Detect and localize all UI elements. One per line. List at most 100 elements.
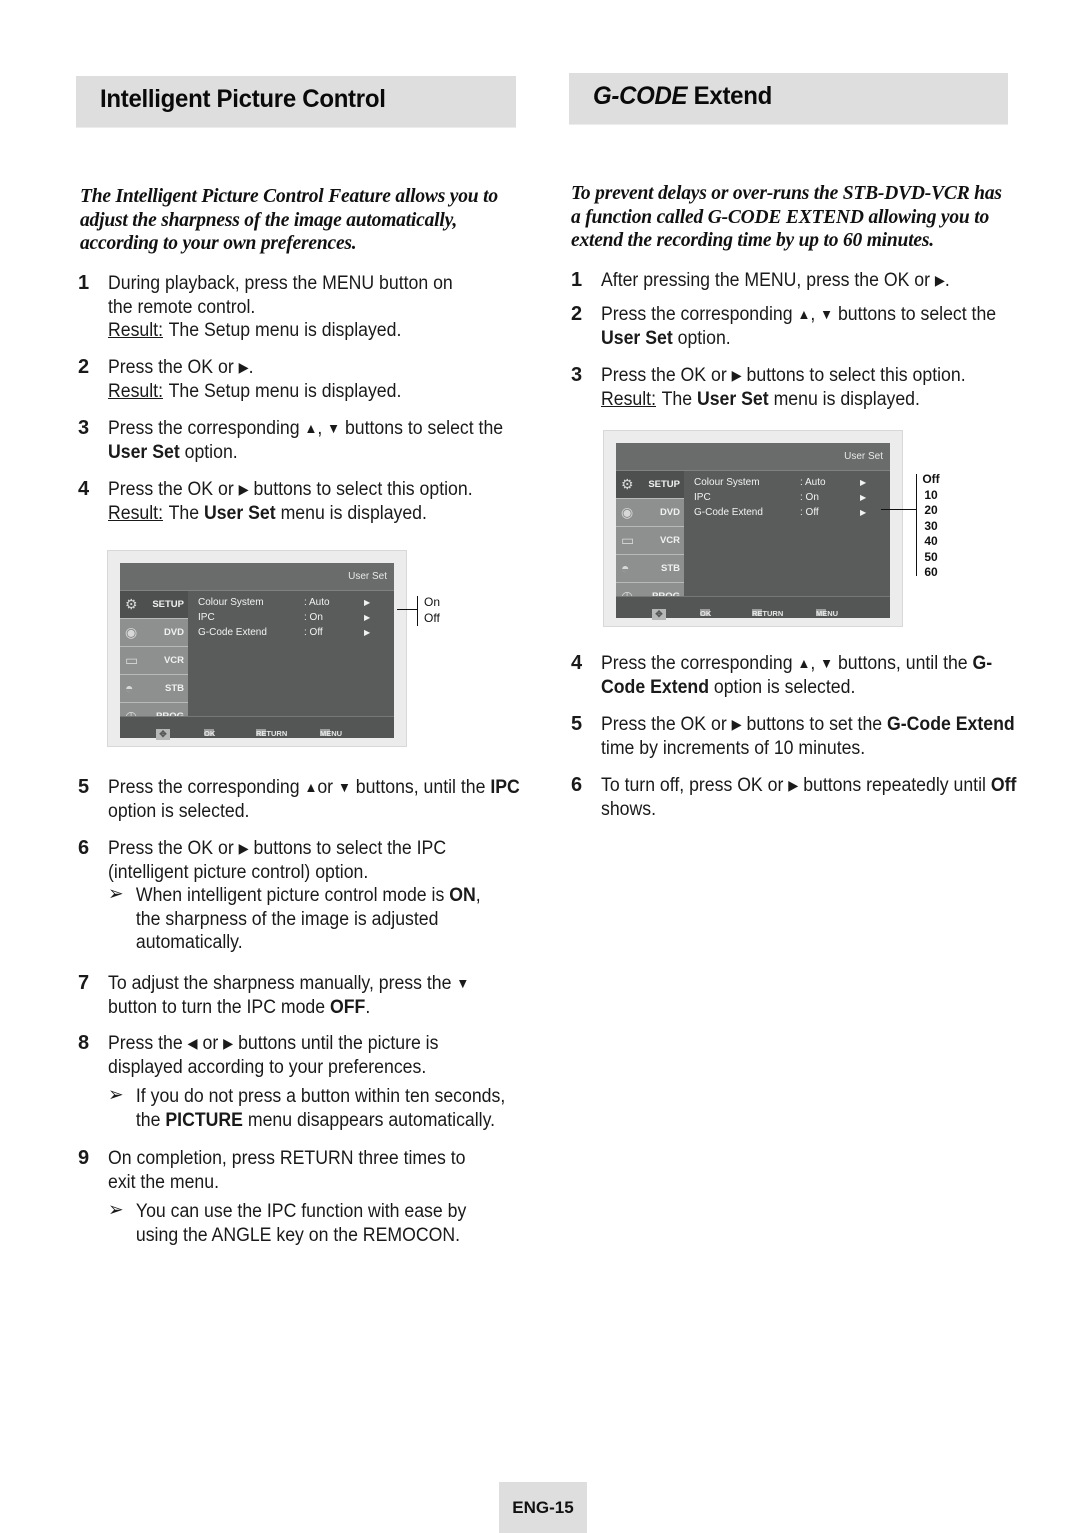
osd-row-value: : Auto (800, 477, 826, 488)
step-text: On completion, press RETURN three times … (108, 1148, 466, 1193)
osd-row-key: IPC (694, 492, 711, 503)
note-arrow-icon: ➢ (108, 1084, 124, 1106)
osd-sidebar-item-stb[interactable]: ◓ STB (616, 555, 684, 583)
step-text: . (248, 357, 254, 378)
step-5: 5 Press the corresponding ▲or ▼ buttons,… (78, 776, 520, 823)
ipc-label: IPC (490, 777, 520, 798)
step-text: buttons, until the (355, 777, 486, 798)
step-6: 6 Press the OK or ▶ buttons to select th… (78, 837, 518, 955)
osd-sidebar: ⚙SETUP ◉DVD ▭VCR ◓STB ◷PROG (120, 591, 188, 724)
osd-row-colour-system[interactable]: Colour System: Auto ▶ (694, 477, 880, 492)
osd-row-gcode-extend[interactable]: G-Code Extend : Off ▶ (694, 507, 880, 522)
callout-line (397, 609, 417, 610)
step-number: 8 (78, 1032, 90, 1054)
step-number: 3 (78, 417, 90, 439)
left-arrow-icon: ◀ (187, 1035, 198, 1051)
osd-breadcrumb: User Set (844, 451, 883, 462)
result-text: The Setup menu is displayed. (168, 320, 402, 341)
step-text: . (944, 270, 950, 291)
osd-sidebar-label: SETUP (152, 599, 184, 610)
step-text: Press the OK or (108, 357, 234, 378)
osd-menu-screenshot: User Set ⚙SETUP ◉DVD ▭VCR ◓STB ◷PROG Col… (603, 430, 903, 627)
result-label: Result: (108, 502, 164, 524)
osd-screen: User Set ⚙SETUP ◉DVD ▭VCR ◓STB ◷PROG Col… (120, 563, 394, 740)
result-text: menu is displayed. (280, 502, 427, 524)
on-label: ON (449, 885, 476, 906)
osd-row-ipc[interactable]: IPC: On ▶ (694, 492, 880, 507)
step-9: 9 On completion, press RETURN three time… (78, 1147, 518, 1247)
right-arrow-icon: ▶ (223, 1035, 234, 1051)
ipc-options-callout: On Off (424, 595, 440, 626)
comma: , (810, 653, 816, 674)
osd-footer: ✥ OK RETURN MENU (616, 596, 890, 620)
osd-row-value: : Off (304, 627, 323, 638)
down-arrow-icon: ▼ (456, 975, 470, 991)
step-4: 4 Press the OK or ▶ buttons to select th… (78, 478, 518, 525)
gear-icon: ⚙ (125, 596, 138, 612)
osd-breadcrumb: User Set (348, 571, 387, 582)
osd-row-key: Colour System (198, 597, 264, 608)
step-text: or (202, 1033, 219, 1054)
osd-sidebar-label: STB (165, 683, 184, 694)
note-arrow-icon: ➢ (108, 1199, 124, 1221)
up-arrow-icon: ▲ (304, 779, 318, 795)
osd-sidebar-item-stb[interactable]: ◓ STB (120, 675, 188, 703)
note-arrow-icon: ➢ (108, 883, 124, 905)
page-number: ENG-15 (499, 1482, 587, 1533)
step-text: Press the OK or (108, 479, 234, 500)
tape-icon: ▭ (621, 532, 635, 548)
hint-label: RETURN (752, 609, 784, 618)
step-text: time by increments of 10 minutes. (601, 737, 866, 759)
right-arrow-icon: ▶ (364, 613, 371, 622)
osd-sidebar-item-vcr[interactable]: ▭ VCR (120, 647, 188, 675)
intro-text: To prevent delays or over-runs the STB-D… (571, 183, 1002, 251)
hint-label: OK (700, 609, 712, 618)
step-text: buttons to select this option. (253, 479, 473, 500)
right-arrow-icon: ▶ (364, 628, 371, 637)
callout-line (881, 509, 917, 510)
osd-sidebar-label: DVD (659, 507, 680, 518)
right-arrow-icon: ▶ (731, 367, 742, 383)
right-arrow-icon: ▶ (860, 478, 867, 487)
osd-row-value: : Off (800, 507, 819, 518)
right-arrow-icon: ▶ (860, 508, 867, 517)
osd-row-ipc[interactable]: IPC: On ▶ (198, 612, 384, 627)
user-set-label: User Set (696, 388, 769, 410)
down-arrow-icon: ▼ (327, 420, 341, 436)
step-7: 7 To adjust the sharpness manually, pres… (78, 972, 518, 1019)
step-text: . (365, 996, 371, 1018)
step-number: 6 (571, 774, 583, 796)
osd-row-key: IPC (198, 612, 215, 623)
osd-sidebar-item-vcr[interactable]: ▭ VCR (616, 527, 684, 555)
note-text: You can use the IPC function with ease b… (135, 1201, 467, 1246)
user-set-label: User Set (601, 327, 673, 349)
step-text: buttons to set the (746, 714, 883, 735)
callout-bracket (417, 596, 418, 626)
down-arrow-icon: ▼ (820, 655, 834, 671)
step-text: button to turn the IPC mode (108, 996, 326, 1018)
step-text: Press the OK or (601, 365, 727, 386)
step-text: shows. (601, 798, 657, 820)
step-number: 5 (78, 776, 90, 798)
osd-sidebar-item-dvd[interactable]: ◉ DVD (616, 499, 684, 527)
step-text: option. (184, 441, 238, 463)
osd-row-gcode-extend[interactable]: G-Code Extend: Off ▶ (198, 627, 384, 642)
step-text: Press the (108, 1033, 183, 1054)
note: ➢ You can use the IPC function with ease … (108, 1199, 480, 1247)
osd-sidebar-item-setup[interactable]: ⚙ SETUP (120, 591, 188, 619)
osd-row-colour-system[interactable]: Colour System: Auto ▶ (198, 597, 384, 612)
osd-sidebar-item-setup[interactable]: ⚙ SETUP (616, 471, 684, 499)
section-header-gcode: G-CODE Extend (569, 73, 1008, 125)
right-arrow-icon: ▶ (860, 493, 867, 502)
step-text: buttons to select the (344, 418, 504, 439)
step-number: 4 (78, 478, 90, 500)
osd-row-key: G-Code Extend (694, 507, 763, 518)
disc-icon: ◉ (125, 624, 138, 640)
callout-bracket (916, 474, 917, 576)
osd-sidebar-item-dvd[interactable]: ◉ DVD (120, 619, 188, 647)
step-number: 4 (571, 652, 583, 674)
option-20: 20 (924, 503, 938, 517)
step-text: After pressing the MENU, press the OK or (601, 270, 930, 291)
result-text: The (661, 388, 693, 410)
step-6: 6 To turn off, press OK or ▶ buttons rep… (571, 774, 1016, 821)
